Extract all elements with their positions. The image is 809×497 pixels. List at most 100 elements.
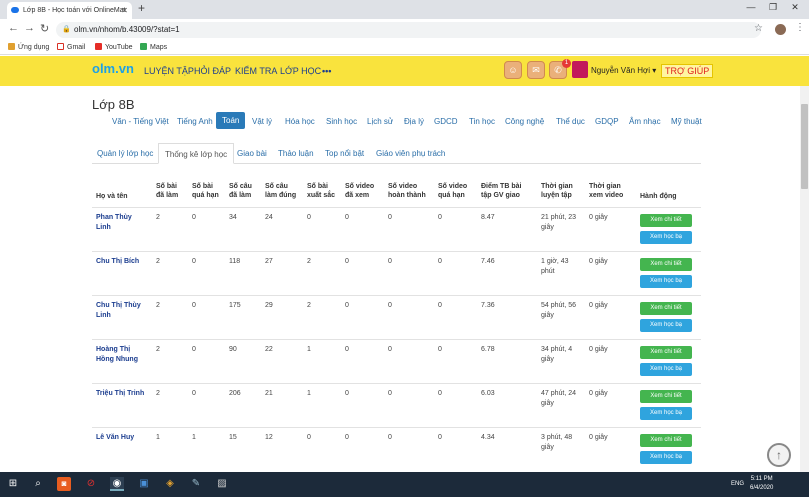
photos-icon[interactable]: ▨	[215, 477, 229, 491]
subject-tab-0[interactable]: Văn - Tiếng Việt	[112, 117, 169, 126]
student-name-2[interactable]: Chu Thị Thùy Linh	[96, 301, 152, 321]
subject-tab-4[interactable]: Hóa học	[285, 117, 315, 126]
student-name-1[interactable]: Chu Thị Bích	[96, 257, 152, 267]
paint-icon[interactable]: ✎	[189, 477, 203, 491]
subject-tab-13[interactable]: Âm nhạc	[629, 117, 661, 126]
bookmark-maps[interactable]: Maps	[140, 42, 167, 53]
view-record-button[interactable]: Xem học bạ	[640, 231, 692, 244]
table-header-line: Số bài	[192, 183, 214, 190]
subject-tab-6[interactable]: Lịch sử	[367, 117, 393, 126]
site-logo[interactable]: olm.vn	[92, 61, 134, 76]
table-header-10: Thời gian luyện tập	[541, 182, 573, 200]
subject-tab-1[interactable]: Tiếng Anh	[177, 117, 213, 126]
table-cell: 15	[229, 434, 237, 441]
table-cell: 6.78	[481, 346, 495, 353]
table-header-line: Thời gian	[541, 183, 573, 190]
bookmark-gmail[interactable]: Gmail	[57, 42, 85, 53]
view-record-button[interactable]: Xem học bạ	[640, 363, 692, 376]
student-name-line: Hoàng Thị	[96, 346, 131, 353]
browser-menu-icon[interactable]: ⋮	[795, 22, 805, 33]
chrome-icon[interactable]: ◉	[110, 477, 124, 491]
subject-tab-11[interactable]: Thể dục	[556, 117, 585, 126]
video-time-5: 0 giây	[589, 434, 608, 441]
forward-icon[interactable]: →	[24, 22, 35, 34]
bookmark-star-icon[interactable]: ☆	[754, 23, 763, 34]
view-detail-button[interactable]: Xem chi tiết	[640, 214, 692, 227]
student-name-3[interactable]: Hoàng Thị Hồng Nhung	[96, 345, 152, 365]
table-cell: 2	[156, 346, 160, 353]
view-record-button[interactable]: Xem học bạ	[640, 275, 692, 288]
class-tab-0[interactable]: Quản lý lớp học	[97, 149, 153, 158]
view-detail-button[interactable]: Xem chi tiết	[640, 434, 692, 447]
student-name-5[interactable]: Lê Văn Huy	[96, 433, 152, 443]
close-window-icon[interactable]: ✕	[785, 2, 805, 13]
url-input[interactable]: 🔒 olm.vn/nhom/b.43009/?stat=1	[56, 22, 761, 38]
windows-start-icon[interactable]: ⊞	[6, 477, 20, 491]
search-icon[interactable]: ⌕	[31, 477, 45, 491]
subject-tab-7[interactable]: Địa lý	[404, 117, 424, 126]
class-tab-2[interactable]: Giao bài	[237, 149, 267, 158]
nav-lop-hoc[interactable]: LỚP HỌC	[280, 66, 321, 76]
nav-luyen-tap[interactable]: LUYỆN TẬP	[144, 66, 194, 76]
class-tab-1[interactable]: Thống kê lớp học	[158, 143, 235, 164]
maximize-icon[interactable]: ❐	[763, 2, 783, 13]
subject-tab-3[interactable]: Vật lý	[252, 117, 272, 126]
media-icon[interactable]: ◈	[163, 477, 177, 491]
video-time-1: 0 giây	[589, 258, 608, 265]
subject-tab-10[interactable]: Công nghệ	[505, 117, 544, 126]
view-detail-button[interactable]: Xem chi tiết	[640, 258, 692, 271]
bookmark-youtube[interactable]: YouTube	[95, 42, 133, 53]
blocked-icon[interactable]: ⊘	[84, 477, 98, 491]
view-record-button[interactable]: Xem học bạ	[640, 319, 692, 332]
table-cell: 0	[388, 346, 392, 353]
user-name-dropdown[interactable]: Nguyễn Văn Hợi ▾	[591, 66, 656, 75]
practice-time-0: 21 phút, 23 giây	[541, 213, 576, 233]
subject-tab-12[interactable]: GDQP	[595, 117, 619, 126]
table-cell: 1	[307, 346, 311, 353]
table-header-line: Số video	[388, 183, 418, 190]
browser-tab[interactable]: Lớp 8B - Học toán với OnlineMat ✕	[7, 2, 132, 19]
nav-more[interactable]: •••	[322, 66, 331, 76]
view-detail-button[interactable]: Xem chi tiết	[640, 346, 692, 359]
nav-kiem-tra[interactable]: KIỂM TRA	[235, 66, 277, 76]
reload-icon[interactable]: ↻	[40, 22, 49, 35]
scroll-to-top-icon[interactable]: ↑	[767, 443, 791, 467]
view-record-button[interactable]: Xem học bạ	[640, 407, 692, 420]
view-detail-button[interactable]: Xem chi tiết	[640, 302, 692, 315]
class-tab-4[interactable]: Top nổi bật	[325, 149, 364, 158]
user-add-icon[interactable]: ☺	[504, 61, 522, 79]
student-name-4[interactable]: Triệu Thị Trinh	[96, 389, 152, 399]
scrollbar-thumb[interactable]	[801, 104, 808, 189]
input-language[interactable]: ENG	[731, 481, 744, 487]
word-icon[interactable]: ▣	[137, 477, 151, 491]
subject-tab-9[interactable]: Tin học	[469, 117, 495, 126]
back-icon[interactable]: ←	[8, 22, 19, 34]
subject-tab-2[interactable]: Toán	[216, 112, 246, 129]
youtube-icon	[95, 43, 102, 50]
minimize-icon[interactable]: —	[741, 2, 761, 12]
user-avatar[interactable]	[572, 61, 588, 78]
help-button[interactable]: TRỢ GIÚP	[661, 64, 714, 78]
student-name-0[interactable]: Phan Thùy Linh	[96, 213, 152, 233]
table-header-line: Số bài	[156, 183, 178, 190]
profile-avatar[interactable]	[775, 24, 786, 35]
view-detail-button[interactable]: Xem chi tiết	[640, 390, 692, 403]
apps-grid-icon	[8, 43, 15, 50]
new-tab-icon[interactable]: +	[138, 1, 145, 15]
bookmark-apps[interactable]: Ứng dụng	[8, 42, 49, 53]
practice-time-line: 1 giờ, 43	[541, 258, 569, 265]
close-tab-icon[interactable]: ✕	[121, 2, 128, 19]
nav-hoi-dap[interactable]: HỎI ĐÁP	[194, 66, 231, 76]
subject-tab-14[interactable]: Mỹ thuật	[671, 117, 702, 126]
subject-tab-8[interactable]: GDCD	[434, 117, 458, 126]
chat-icon[interactable]: ✉	[527, 61, 545, 79]
view-record-button[interactable]: Xem học bạ	[640, 451, 692, 464]
app-icon[interactable]: ◙	[57, 477, 71, 491]
class-tab-5[interactable]: Giáo viên phụ trách	[376, 149, 445, 158]
table-cell: 0	[345, 214, 349, 221]
class-tab-3[interactable]: Thảo luận	[278, 149, 314, 158]
practice-time-4: 47 phút, 24 giây	[541, 389, 576, 409]
taskbar-clock[interactable]: 5:11 PM 6/4/2020	[750, 475, 773, 493]
subject-tab-5[interactable]: Sinh học	[326, 117, 357, 126]
table-cell: 0	[388, 214, 392, 221]
